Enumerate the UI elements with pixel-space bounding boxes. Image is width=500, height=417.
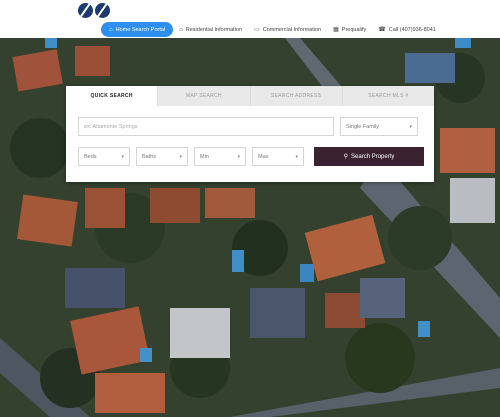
- chevron-down-icon: ▾: [295, 153, 298, 160]
- building-icon: ▭: [254, 26, 260, 33]
- home-icon: ⌂: [109, 26, 113, 33]
- max-price-value: Max: [258, 153, 269, 160]
- chevron-down-icon: ▾: [121, 153, 124, 160]
- search-tabs: Quick Search Map Search Search Address S…: [66, 86, 434, 106]
- nav-label: Commercial Information: [262, 26, 322, 33]
- search-button-label: Search Property: [351, 153, 395, 160]
- location-placeholder: ex: Altamonte Springs: [84, 123, 138, 130]
- search-icon: ⚲: [343, 154, 349, 160]
- property-type-value: Single Family: [346, 123, 380, 130]
- tab-quick-search[interactable]: Quick Search: [66, 86, 159, 106]
- property-type-select[interactable]: Single Family ▾: [340, 117, 418, 136]
- site-logo[interactable]: [78, 3, 110, 18]
- chevron-down-icon: ▾: [179, 153, 182, 160]
- tab-search-address[interactable]: Search Address: [251, 86, 343, 106]
- nav-residential-information[interactable]: ⌂ Residential Information: [173, 22, 248, 37]
- property-search-panel: Quick Search Map Search Search Address S…: [66, 86, 434, 182]
- search-row-location: ex: Altamonte Springs Single Family ▾: [78, 117, 418, 136]
- min-price-value: Min: [200, 153, 209, 160]
- logo-mark-right: [95, 3, 110, 18]
- location-input[interactable]: ex: Altamonte Springs: [78, 117, 334, 136]
- beds-select[interactable]: Beds ▾: [78, 147, 130, 166]
- nav-call-phone[interactable]: ☎ Call (407)936-8041: [372, 22, 442, 37]
- nav-home-search-portal[interactable]: ⌂ Home Search Portal: [101, 22, 174, 37]
- phone-icon: ☎: [378, 26, 386, 33]
- max-price-select[interactable]: Max ▾: [252, 147, 304, 166]
- tab-map-search[interactable]: Map Search: [158, 86, 251, 106]
- nav-label: Call (407)936-8041: [388, 26, 436, 33]
- chevron-down-icon: ▾: [409, 123, 412, 130]
- beds-value: Beds: [84, 153, 97, 160]
- site-header: ⌂ Home Search Portal ⌂ Residential Infor…: [0, 0, 500, 38]
- logo-mark-left: [78, 3, 93, 18]
- calculator-icon: ▦: [333, 26, 339, 33]
- search-property-button[interactable]: ⚲ Search Property: [314, 147, 424, 166]
- chevron-down-icon: ▾: [237, 153, 240, 160]
- nav-label: Home Search Portal: [115, 26, 166, 33]
- baths-select[interactable]: Baths ▾: [136, 147, 188, 166]
- nav-label: Residential Information: [185, 26, 243, 33]
- nav-label: Prequalify: [341, 26, 367, 33]
- baths-value: Baths: [142, 153, 157, 160]
- main-nav: ⌂ Home Search Portal ⌂ Residential Infor…: [101, 22, 442, 37]
- search-row-filters: Beds ▾ Baths ▾ Min ▾ Max ▾ ⚲ Search Prop…: [78, 147, 424, 166]
- house-icon: ⌂: [179, 26, 183, 33]
- nav-prequalify[interactable]: ▦ Prequalify: [327, 22, 372, 37]
- tab-search-mls[interactable]: Search MLS #: [343, 86, 434, 106]
- nav-commercial-information[interactable]: ▭ Commercial Information: [248, 22, 327, 37]
- min-price-select[interactable]: Min ▾: [194, 147, 246, 166]
